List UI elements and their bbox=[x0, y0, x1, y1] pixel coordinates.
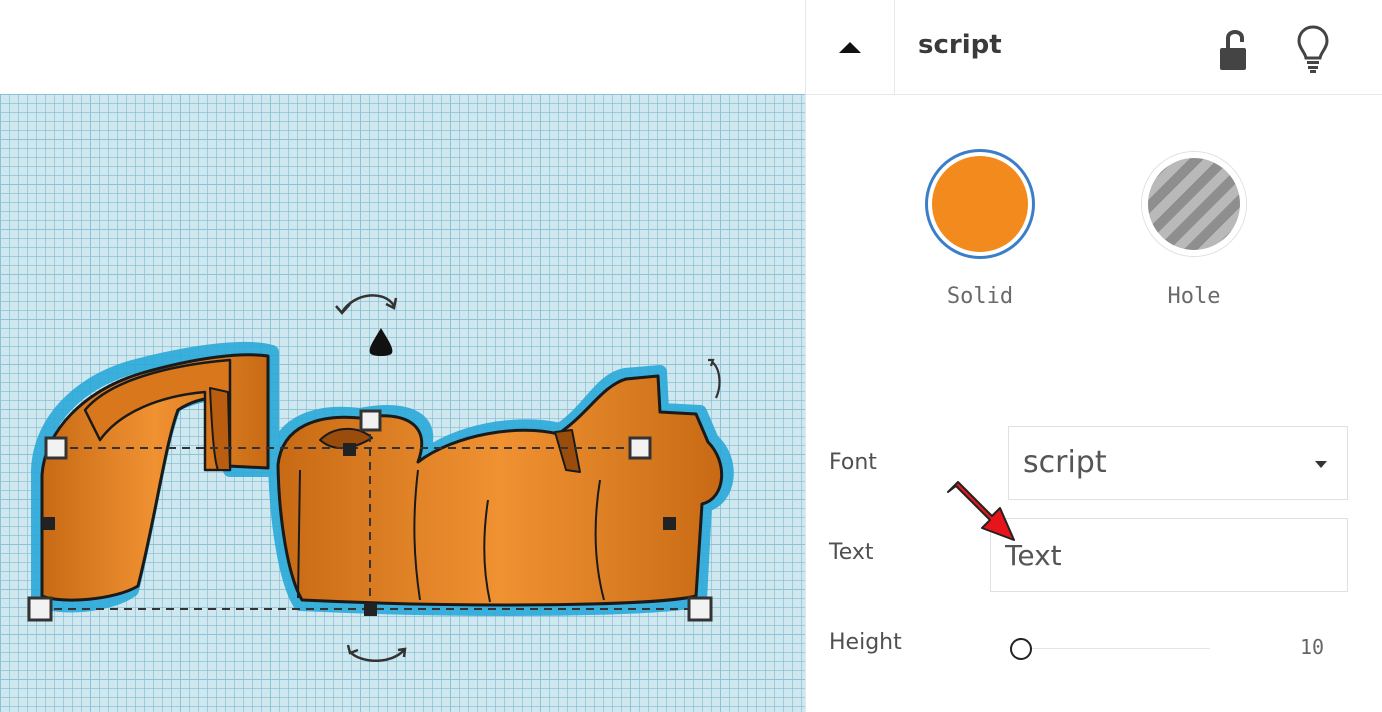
height-label: Height bbox=[829, 630, 902, 655]
height-slider[interactable] bbox=[1010, 638, 1210, 660]
hole-swatch bbox=[1142, 152, 1246, 256]
resize-handle-top[interactable] bbox=[359, 409, 382, 432]
shape-inspector-panel: script bbox=[805, 0, 1382, 712]
text-label: Text bbox=[829, 540, 874, 565]
shape-name-title[interactable]: script bbox=[918, 30, 1002, 60]
resize-handle-back-right[interactable] bbox=[628, 436, 652, 460]
font-dropdown-value: script bbox=[1023, 445, 1107, 480]
3d-viewport[interactable] bbox=[0, 0, 805, 712]
rotate-bottom-icon[interactable] bbox=[346, 644, 407, 662]
text-shape[interactable] bbox=[31, 341, 734, 616]
resize-handle-back-edge[interactable] bbox=[343, 443, 356, 456]
rotate-top-icon[interactable] bbox=[335, 294, 398, 315]
font-label: Font bbox=[829, 450, 877, 475]
height-cone-handle[interactable] bbox=[369, 328, 393, 356]
rotate-side-icon[interactable] bbox=[708, 358, 721, 399]
solid-label: Solid bbox=[946, 284, 1014, 309]
lock-button[interactable] bbox=[1216, 26, 1250, 78]
resize-handle-front-right[interactable] bbox=[687, 596, 713, 622]
height-slider-thumb[interactable] bbox=[1010, 638, 1032, 660]
hole-button[interactable]: Hole bbox=[1134, 152, 1254, 309]
lock-open-icon bbox=[1220, 30, 1246, 70]
annotation-arrow-icon bbox=[947, 481, 1015, 541]
solid-button[interactable]: Solid bbox=[920, 152, 1040, 309]
caret-up-icon bbox=[839, 42, 861, 53]
font-dropdown[interactable]: script bbox=[1008, 426, 1348, 500]
inspector-header: script bbox=[806, 0, 1382, 95]
resize-handle-back-left[interactable] bbox=[44, 436, 68, 460]
collapse-button[interactable] bbox=[806, 0, 895, 94]
resize-handle-left-edge[interactable] bbox=[42, 517, 55, 530]
hole-label: Hole bbox=[1167, 284, 1221, 309]
chevron-down-icon bbox=[1315, 461, 1327, 468]
resize-handle-front-edge[interactable] bbox=[364, 603, 377, 616]
text-input[interactable] bbox=[990, 518, 1348, 592]
show-hide-button[interactable] bbox=[1296, 24, 1330, 78]
resize-handle-right-edge[interactable] bbox=[663, 517, 676, 530]
shape-layer[interactable] bbox=[0, 0, 805, 712]
resize-handle-front-left[interactable] bbox=[27, 596, 53, 622]
height-slider-track[interactable] bbox=[1030, 648, 1210, 649]
solid-color-swatch bbox=[928, 152, 1032, 256]
lightbulb-icon bbox=[1297, 25, 1329, 73]
height-value: 10 bbox=[1300, 635, 1325, 659]
